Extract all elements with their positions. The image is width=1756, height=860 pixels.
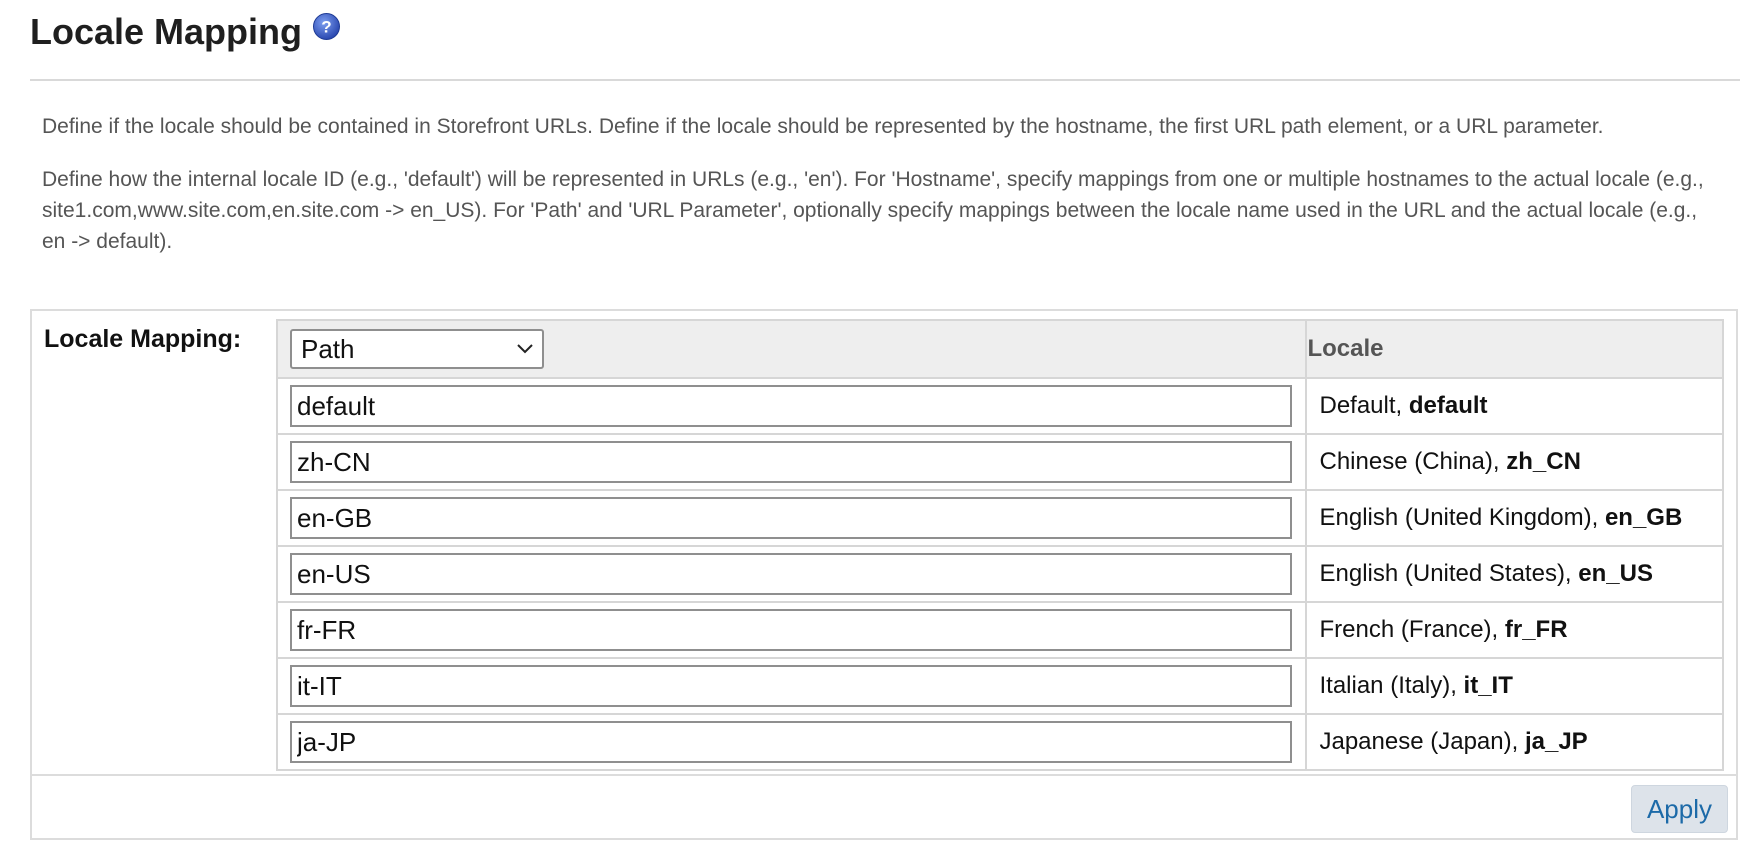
title-divider xyxy=(30,79,1740,81)
mapping-input-fr-fr[interactable] xyxy=(290,609,1292,651)
locale-code: en_US xyxy=(1578,560,1653,587)
description-paragraph-2: Define how the internal locale ID (e.g.,… xyxy=(42,168,1704,253)
chevron-down-icon xyxy=(517,344,533,354)
mapping-input-cell xyxy=(275,377,1308,435)
locale-name: English (United Kingdom), xyxy=(1319,504,1605,531)
locale-name: English (United States), xyxy=(1319,560,1579,587)
mapping-input-cell xyxy=(275,657,1308,715)
locale-cell: Japanese (Japan), ja_JP xyxy=(1305,713,1724,771)
locale-mapping-label: Locale Mapping: xyxy=(44,325,242,353)
locale-mapping-table: Path Locale Default, default xyxy=(275,319,1724,771)
table-row: French (France), fr_FR xyxy=(275,601,1724,659)
locale-name: Japanese (Japan), xyxy=(1319,728,1525,755)
apply-button[interactable]: Apply xyxy=(1631,785,1728,833)
mode-select-header: Path xyxy=(275,319,1308,379)
mapping-input-zh-cn[interactable] xyxy=(290,441,1292,483)
mapping-input-en-gb[interactable] xyxy=(290,497,1292,539)
locale-code: it_IT xyxy=(1463,672,1513,699)
locale-cell: Italian (Italy), it_IT xyxy=(1305,657,1724,715)
apply-bar-divider xyxy=(32,774,1736,776)
locale-cell: English (United States), en_US xyxy=(1305,545,1724,603)
mapping-input-en-us[interactable] xyxy=(290,553,1292,595)
mapping-input-cell xyxy=(275,713,1308,771)
locale-name: Italian (Italy), xyxy=(1319,672,1464,699)
locale-cell: French (France), fr_FR xyxy=(1305,601,1724,659)
mapping-input-cell xyxy=(275,601,1308,659)
description-paragraph-1: Define if the locale should be contained… xyxy=(42,115,1604,138)
table-row: Chinese (China), zh_CN xyxy=(275,433,1724,491)
mapping-input-ja-jp[interactable] xyxy=(290,721,1292,763)
mapping-input-it-it[interactable] xyxy=(290,665,1292,707)
locale-mapping-panel: Locale Mapping: Path Locale default Defa… xyxy=(30,309,1738,840)
svg-text:?: ? xyxy=(321,18,331,37)
locale-name: French (France), xyxy=(1319,616,1505,643)
locale-cell: Default, default xyxy=(1305,377,1724,435)
mapping-mode-select[interactable]: Path xyxy=(290,329,544,369)
question-circle-icon[interactable]: ? xyxy=(312,12,341,41)
table-row: English (United Kingdom), en_GB xyxy=(275,489,1724,547)
locale-code: zh_CN xyxy=(1506,448,1581,475)
table-row: Japanese (Japan), ja_JP xyxy=(275,713,1724,771)
locale-column-header: Locale xyxy=(1305,319,1724,379)
locale-name: Default, xyxy=(1319,392,1409,419)
locale-code: default xyxy=(1408,392,1488,419)
mapping-input-default[interactable] xyxy=(290,385,1292,427)
table-header-row: Path Locale xyxy=(275,319,1724,379)
table-row: English (United States), en_US xyxy=(275,545,1724,603)
locale-mapping-page: Locale Mapping ? Define if the locale sh… xyxy=(0,0,1756,860)
mapping-input-cell xyxy=(275,545,1308,603)
page-title: Locale Mapping xyxy=(30,11,303,52)
locale-code: ja_JP xyxy=(1524,728,1588,755)
locale-name: Chinese (China), xyxy=(1319,448,1507,475)
locale-code: en_GB xyxy=(1604,504,1683,531)
table-row: Italian (Italy), it_IT xyxy=(275,657,1724,715)
locale-code: fr_FR xyxy=(1504,616,1568,643)
title-row: Locale Mapping ? xyxy=(30,8,341,56)
mapping-input-cell xyxy=(275,433,1308,491)
mapping-input-cell xyxy=(275,489,1308,547)
locale-cell: English (United Kingdom), en_GB xyxy=(1305,489,1724,547)
locale-cell: Chinese (China), zh_CN xyxy=(1305,433,1724,491)
mapping-mode-selected-value: Path xyxy=(301,334,355,364)
table-row: Default, default xyxy=(275,377,1724,435)
